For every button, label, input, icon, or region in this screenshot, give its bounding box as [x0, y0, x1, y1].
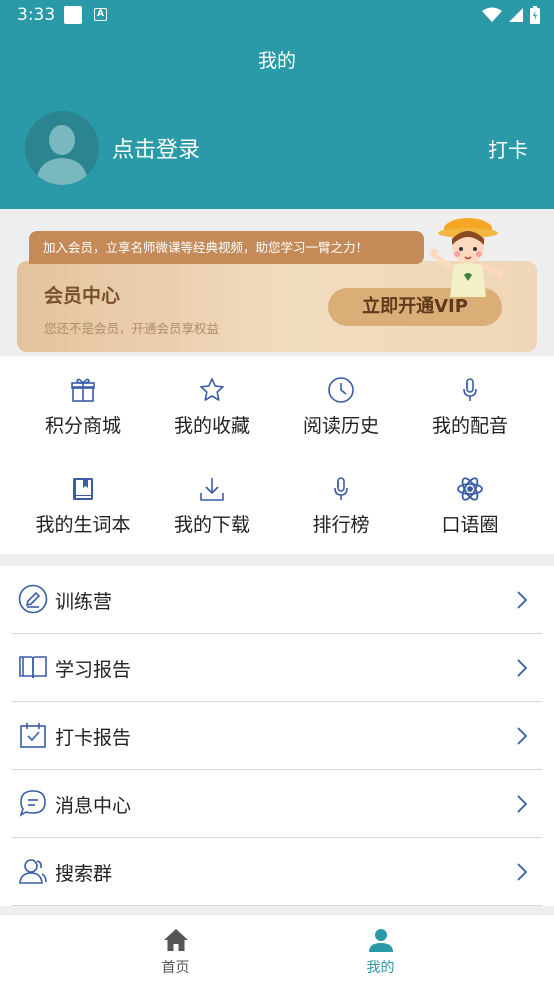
checkin-button[interactable]: 打卡	[488, 134, 528, 163]
user-silhouette-icon	[25, 111, 99, 185]
chevron-right-icon	[517, 727, 528, 745]
tab-label: 我的	[366, 960, 395, 976]
grid-item-vocabulary[interactable]: 我的生词本	[14, 455, 152, 554]
grid-label: 我的配音	[431, 415, 508, 437]
list-label: 消息中心	[55, 795, 132, 817]
notification-a-icon: A	[94, 8, 107, 21]
download-icon	[200, 478, 224, 501]
vip-promo-ribbon: 加入会员，立享名师微课等经典视频，助您学习一臂之力！	[29, 231, 424, 264]
chevron-right-icon	[517, 659, 528, 677]
calendar-check-icon	[20, 723, 46, 748]
battery-icon	[530, 6, 540, 24]
mascot-girl-icon	[430, 218, 503, 297]
section-divider	[0, 554, 554, 566]
atom-icon	[457, 477, 483, 501]
vip-card-subtitle: 您还不是会员，开通会员享权益	[44, 321, 220, 336]
list-item-search-group[interactable]: 搜索群	[12, 838, 542, 906]
home-icon	[164, 929, 188, 951]
status-right-icons	[482, 6, 540, 24]
profile-header: 3:33 A 我的 点击登录 打卡	[0, 0, 554, 209]
gift-icon	[71, 378, 95, 402]
wifi-icon	[482, 7, 502, 22]
page-title: 我的	[257, 50, 296, 72]
avatar[interactable]	[25, 111, 99, 185]
login-link[interactable]: 点击登录	[112, 132, 200, 164]
chat-bubble-icon	[19, 790, 46, 817]
chevron-right-icon	[517, 591, 528, 609]
grid-item-downloads[interactable]: 我的下载	[143, 455, 281, 554]
notebook-icon	[73, 478, 93, 500]
grid-item-speaking-circle[interactable]: 口语圈	[401, 455, 539, 554]
list-label: 搜索群	[55, 863, 113, 885]
list-item-training-camp[interactable]: 训练营	[12, 566, 542, 634]
bottom-tab-bar: 首页 我的	[0, 914, 554, 984]
list-item-message-center[interactable]: 消息中心	[12, 770, 542, 838]
chevron-right-icon	[517, 795, 528, 813]
grid-item-my-dubbing[interactable]: 我的配音	[401, 356, 539, 455]
feature-grid: 积分商城 我的收藏 阅读历史 我的配音 我的生词本 我的下载 排行榜 口语圈	[0, 356, 554, 554]
list-label: 训练营	[55, 591, 113, 613]
grid-label: 口语圈	[441, 514, 499, 536]
microphone-icon	[463, 378, 477, 401]
pencil-circle-icon	[18, 584, 48, 614]
vip-section: 会员中心 您还不是会员，开通会员享权益 立即开通VIP 加入会员，立享名师微课等…	[0, 209, 554, 356]
clock-icon	[328, 377, 354, 403]
tab-mine[interactable]: 我的	[242, 915, 519, 984]
group-icon	[19, 859, 47, 884]
grid-label: 我的生词本	[35, 514, 131, 536]
bottom-divider	[0, 906, 554, 914]
person-icon	[369, 929, 393, 952]
grid-item-leaderboard[interactable]: 排行榜	[272, 455, 410, 554]
list-item-study-report[interactable]: 学习报告	[12, 634, 542, 702]
grid-label: 排行榜	[312, 514, 370, 536]
list-label: 打卡报告	[55, 727, 132, 749]
signal-icon	[509, 8, 523, 22]
chevron-right-icon	[517, 863, 528, 881]
open-book-icon	[19, 656, 47, 679]
grid-label: 我的收藏	[173, 415, 250, 437]
grid-label: 我的下载	[173, 514, 250, 536]
list-label: 学习报告	[55, 659, 132, 681]
vip-card-title: 会员中心	[44, 285, 121, 307]
grid-item-points-mall[interactable]: 积分商城	[14, 356, 152, 455]
status-bar: 3:33 A	[0, 0, 554, 32]
star-icon	[200, 378, 224, 401]
grid-label: 阅读历史	[302, 415, 379, 437]
grid-item-reading-history[interactable]: 阅读历史	[272, 356, 410, 455]
grid-item-favorites[interactable]: 我的收藏	[143, 356, 281, 455]
status-time: 3:33	[17, 5, 56, 25]
grid-label: 积分商城	[44, 415, 121, 437]
list-item-checkin-report[interactable]: 打卡报告	[12, 702, 542, 770]
microphone-icon	[334, 477, 348, 500]
notification-square-icon	[64, 6, 82, 24]
